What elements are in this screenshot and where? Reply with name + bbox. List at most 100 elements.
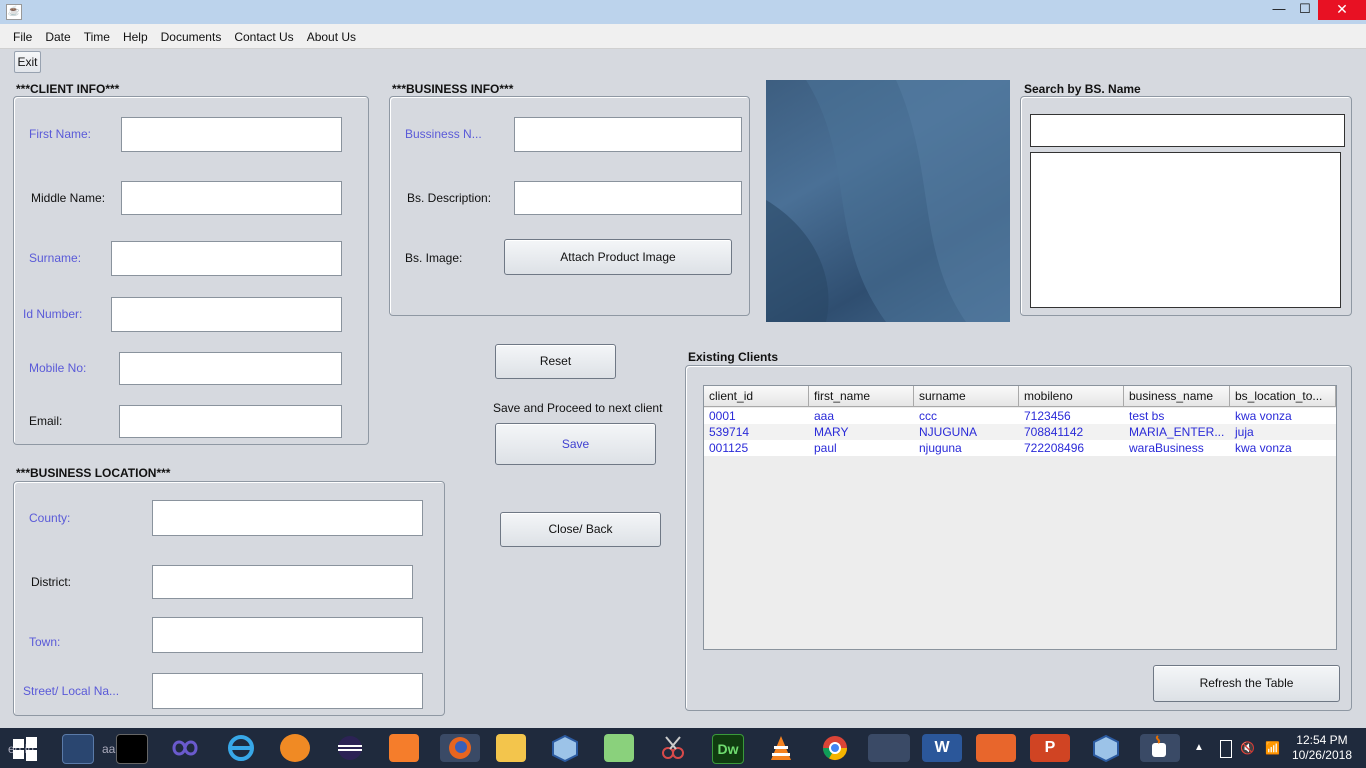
cell-bs-location: juja — [1235, 425, 1254, 439]
table-row[interactable]: 001125 paul njuguna 722208496 waraBusine… — [704, 440, 1336, 456]
email-label: Email: — [29, 414, 63, 428]
description-input[interactable] — [514, 181, 742, 215]
county-label: County: — [29, 511, 71, 525]
col-mobileno[interactable]: mobileno — [1019, 386, 1124, 407]
search-title: Search by BS. Name — [1024, 82, 1141, 96]
cell-surname: NJUGUNA — [919, 425, 978, 439]
mobile-label: Mobile No: — [29, 361, 87, 375]
powerpoint-icon[interactable]: P — [1030, 734, 1070, 762]
virtualbox2-icon[interactable] — [1086, 734, 1126, 763]
cell-bs-location: kwa vonza — [1235, 409, 1292, 423]
network-icon[interactable]: 📶 — [1265, 741, 1280, 755]
clients-table[interactable]: client_id first_name surname mobileno bu… — [703, 385, 1337, 650]
first-name-label: First Name: — [29, 127, 92, 141]
town-label: Town: — [29, 635, 61, 649]
first-name-input[interactable] — [121, 117, 342, 152]
minimize-button[interactable]: — — [1266, 0, 1292, 20]
windows-start-icon[interactable] — [12, 736, 38, 762]
cell-mobileno: 722208496 — [1024, 441, 1085, 455]
menu-about-us[interactable]: About Us — [302, 24, 361, 50]
menu-contact-us[interactable]: Contact Us — [229, 24, 298, 50]
cell-surname: njuguna — [919, 441, 962, 455]
image-label: Bs. Image: — [405, 251, 463, 265]
cell-mobileno: 708841142 — [1024, 425, 1084, 439]
cell-first-name: aaa — [814, 409, 835, 423]
ie-icon[interactable] — [226, 734, 256, 762]
col-business-name[interactable]: business_name — [1124, 386, 1230, 407]
table-row[interactable]: 539714 MARY NJUGUNA 708841142 MARIA_ENTE… — [704, 424, 1336, 440]
menu-bar: File Date Time Help Documents Contact Us About… — [0, 24, 1366, 49]
mobile-input[interactable] — [119, 352, 342, 385]
file-explorer-icon[interactable] — [496, 734, 526, 762]
menu-documents[interactable]: Documents — [156, 24, 227, 50]
taskbar-clock[interactable]: 12:54 PM 10/26/2018 — [1292, 733, 1352, 763]
business-location-title: ***BUSINESS LOCATION*** — [16, 466, 171, 480]
town-input[interactable] — [152, 617, 423, 653]
xampp-icon[interactable] — [389, 734, 419, 762]
col-surname[interactable]: surname — [914, 386, 1019, 407]
menu-date[interactable]: Date — [40, 24, 75, 50]
maximize-button[interactable]: ☐ — [1292, 0, 1318, 20]
table-row[interactable]: 0001 aaa ccc 7123456 test bs kwa vonza — [704, 408, 1336, 424]
battery-icon[interactable] — [1220, 740, 1232, 758]
cell-business-name: test bs — [1129, 409, 1165, 423]
business-name-input[interactable] — [514, 117, 742, 152]
street-input[interactable] — [152, 673, 423, 709]
cell-first-name: paul — [814, 441, 837, 455]
menu-time[interactable]: Time — [79, 24, 115, 50]
close-back-button[interactable]: Close/ Back — [500, 512, 661, 547]
save-button[interactable]: Save — [495, 423, 656, 465]
cell-first-name: MARY — [814, 425, 849, 439]
snipping-tool-icon[interactable] — [658, 734, 688, 762]
eclipse-icon[interactable] — [335, 734, 365, 762]
volume-muted-icon[interactable]: 🔇 — [1240, 741, 1255, 755]
exit-button[interactable]: Exit — [14, 51, 41, 73]
close-window-button[interactable]: ✕ — [1318, 0, 1366, 20]
save-hint-label: Save and Proceed to next client — [493, 401, 663, 415]
col-first-name[interactable]: first_name — [809, 386, 914, 407]
word-icon[interactable]: W — [922, 734, 962, 762]
id-number-input[interactable] — [111, 297, 342, 332]
search-results-list[interactable] — [1030, 152, 1341, 308]
product-image-preview — [766, 80, 1010, 322]
menu-help[interactable]: Help — [118, 24, 153, 50]
vlc-icon[interactable] — [766, 734, 796, 762]
cell-mobileno: 7123456 — [1024, 409, 1071, 423]
chrome-icon[interactable] — [820, 734, 850, 762]
county-input[interactable] — [152, 500, 423, 536]
pdf-icon[interactable] — [976, 734, 1016, 762]
refresh-table-button[interactable]: Refresh the Table — [1153, 665, 1340, 702]
street-label: Street/ Local Na... — [23, 684, 120, 698]
description-label: Bs. Description: — [407, 191, 492, 205]
tray-chevron-icon[interactable]: ▲ — [1194, 742, 1204, 753]
middle-name-input[interactable] — [121, 181, 342, 215]
cell-client-id: 539714 — [709, 425, 750, 439]
surname-label: Surname: — [29, 251, 82, 265]
netbeans-icon[interactable] — [62, 734, 94, 764]
search-input[interactable] — [1030, 114, 1345, 147]
id-number-label: Id Number: — [23, 307, 83, 321]
system-monitor-icon[interactable] — [868, 734, 910, 762]
menu-file[interactable]: File — [8, 24, 37, 50]
firefox-icon[interactable] — [440, 734, 480, 762]
attach-image-button[interactable]: Attach Product Image — [504, 239, 732, 275]
uc-browser-icon[interactable] — [280, 734, 310, 762]
notepadpp-icon[interactable] — [604, 734, 634, 762]
image-decoration — [766, 80, 1010, 322]
surname-input[interactable] — [111, 241, 342, 276]
dreamweaver-icon[interactable]: Dw — [712, 734, 744, 764]
java-icon[interactable] — [1140, 734, 1180, 762]
cell-bs-location: kwa vonza — [1235, 441, 1292, 455]
reset-button[interactable]: Reset — [495, 344, 616, 379]
cmd-icon[interactable] — [116, 734, 148, 764]
clock-date: 10/26/2018 — [1291, 748, 1352, 762]
virtualbox-icon[interactable] — [550, 734, 580, 763]
java-app-icon: ☕ — [6, 4, 22, 20]
infinity-icon[interactable] — [170, 734, 200, 762]
client-info-title: ***CLIENT INFO*** — [16, 82, 120, 96]
cell-business-name: MARIA_ENTER... — [1129, 425, 1225, 439]
col-client-id[interactable]: client_id — [704, 386, 809, 407]
district-input[interactable] — [152, 565, 413, 599]
col-bs-location[interactable]: bs_location_to... — [1230, 386, 1336, 407]
email-input[interactable] — [119, 405, 342, 438]
